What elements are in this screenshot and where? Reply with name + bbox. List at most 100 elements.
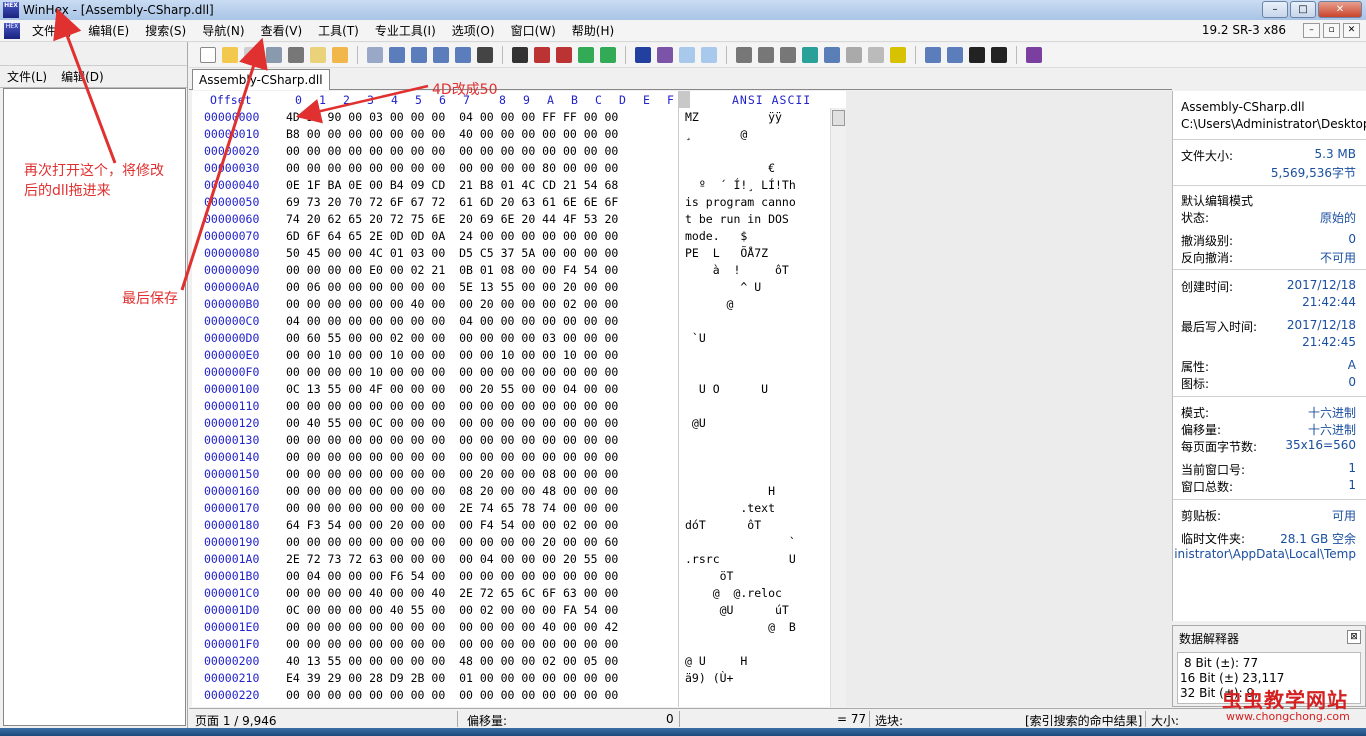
- row-hex-bytes[interactable]: 69 73 20 70 72 6F 67 72 61 6D 20 63 61 6…: [286, 195, 618, 209]
- left-menu-file[interactable]: 文件(L): [0, 68, 54, 85]
- go-to-offset-icon[interactable]: [635, 47, 651, 63]
- menu-search[interactable]: 搜索(S): [137, 20, 194, 42]
- binary-icon[interactable]: [477, 47, 493, 63]
- left-menu-edit[interactable]: 编辑(D): [54, 68, 111, 85]
- print-icon[interactable]: [266, 47, 282, 63]
- open-folder-icon[interactable]: [222, 47, 238, 63]
- row-ansi-text[interactable]: º ´ Í!¸ LÍ!Th: [685, 178, 796, 192]
- row-ansi-text[interactable]: @ @.reloc: [685, 586, 782, 600]
- row-ansi-text[interactable]: @U: [685, 416, 706, 430]
- row-ansi-text[interactable]: dóT ôT: [685, 518, 761, 532]
- row-hex-bytes[interactable]: 00 00 00 00 00 00 00 00 00 00 00 00 20 0…: [286, 535, 618, 549]
- find-hex-icon[interactable]: [556, 47, 572, 63]
- menu-window[interactable]: 窗口(W): [503, 20, 564, 42]
- menu-help[interactable]: 帮助(H): [564, 20, 622, 42]
- row-ansi-text[interactable]: U O U: [685, 382, 768, 396]
- maximize-button[interactable]: □: [1290, 1, 1316, 18]
- properties-icon[interactable]: [288, 47, 304, 63]
- menu-tools[interactable]: 工具(T): [310, 20, 367, 42]
- help-book-icon[interactable]: [1026, 47, 1042, 63]
- app-menu-icon[interactable]: HEX: [4, 22, 20, 39]
- paste-icon[interactable]: [411, 47, 427, 63]
- row-hex-bytes[interactable]: E4 39 29 00 28 D9 2B 00 01 00 00 00 00 0…: [286, 671, 618, 685]
- row-hex-bytes[interactable]: 00 60 55 00 00 02 00 00 00 00 00 00 03 0…: [286, 331, 618, 345]
- row-ansi-text[interactable]: mode. $: [685, 229, 747, 243]
- back-arrow-icon[interactable]: [679, 47, 695, 63]
- row-ansi-text[interactable]: @: [685, 297, 734, 311]
- row-hex-bytes[interactable]: 00 00 00 00 00 00 00 00 00 00 00 00 00 0…: [286, 450, 618, 464]
- row-hex-bytes[interactable]: 0C 00 00 00 00 40 55 00 00 02 00 00 00 F…: [286, 603, 618, 617]
- row-hex-bytes[interactable]: 50 45 00 00 4C 01 03 00 D5 C5 37 5A 00 0…: [286, 246, 618, 260]
- row-ansi-text[interactable]: ä9) (Ù+: [685, 671, 733, 685]
- scrollbar-thumb[interactable]: [832, 110, 845, 126]
- row-ansi-text[interactable]: .text: [685, 501, 775, 515]
- menu-navigate[interactable]: 导航(N): [194, 20, 252, 42]
- row-hex-bytes[interactable]: 64 F3 54 00 00 20 00 00 00 F4 54 00 00 0…: [286, 518, 618, 532]
- row-ansi-text[interactable]: `: [685, 535, 796, 549]
- row-hex-bytes[interactable]: 40 13 55 00 00 00 00 00 48 00 00 00 02 0…: [286, 654, 618, 668]
- row-ansi-text[interactable]: €: [685, 161, 775, 175]
- row-ansi-text[interactable]: ¸ @: [685, 127, 747, 141]
- interpreter-close-button[interactable]: ⊠: [1347, 630, 1361, 644]
- find-text-icon[interactable]: [512, 47, 528, 63]
- row-hex-bytes[interactable]: B8 00 00 00 00 00 00 00 40 00 00 00 00 0…: [286, 127, 618, 141]
- ram-icon[interactable]: [802, 47, 818, 63]
- row-ansi-text[interactable]: PE L ÕÅ7Z: [685, 246, 768, 260]
- row-hex-bytes[interactable]: 00 00 00 00 00 00 40 00 00 20 00 00 00 0…: [286, 297, 618, 311]
- jump-icon[interactable]: [657, 47, 673, 63]
- open-recent-icon[interactable]: [332, 47, 348, 63]
- row-hex-bytes[interactable]: 00 00 00 00 00 00 00 00 2E 74 65 78 74 0…: [286, 501, 618, 515]
- settings-icon[interactable]: [890, 47, 906, 63]
- menu-file[interactable]: 文件(F): [24, 20, 80, 42]
- hex-scrollbar[interactable]: [830, 108, 846, 707]
- hash-icon[interactable]: [846, 47, 862, 63]
- row-hex-bytes[interactable]: 6D 6F 64 65 2E 0D 0D 0A 24 00 00 00 00 0…: [286, 229, 618, 243]
- previous-icon[interactable]: [969, 47, 985, 63]
- menu-edit[interactable]: 编辑(E): [80, 20, 137, 42]
- mdi-minimize-button[interactable]: –: [1303, 23, 1320, 38]
- row-hex-bytes[interactable]: 00 00 00 00 40 00 00 40 2E 72 65 6C 6F 6…: [286, 586, 618, 600]
- forward-arrow-icon[interactable]: [701, 47, 717, 63]
- row-hex-bytes[interactable]: 00 00 10 00 00 10 00 00 00 00 10 00 00 1…: [286, 348, 618, 362]
- row-ansi-text[interactable]: .rsrc U: [685, 552, 796, 566]
- menu-view[interactable]: 查看(V): [253, 20, 311, 42]
- row-hex-bytes[interactable]: 00 00 00 00 00 00 00 00 00 20 00 00 08 0…: [286, 467, 618, 481]
- row-hex-bytes[interactable]: 00 00 00 00 10 00 00 00 00 00 00 00 00 0…: [286, 365, 618, 379]
- row-hex-bytes[interactable]: 00 06 00 00 00 00 00 00 5E 13 55 00 00 2…: [286, 280, 618, 294]
- row-hex-bytes[interactable]: 00 00 00 00 00 00 00 00 00 00 00 00 00 0…: [286, 399, 618, 413]
- row-ansi-text[interactable]: öT: [685, 569, 734, 583]
- row-hex-bytes[interactable]: 0E 1F BA 0E 00 B4 09 CD 21 B8 01 4C CD 2…: [286, 178, 618, 192]
- row-ansi-text[interactable]: is program canno: [685, 195, 796, 209]
- calculator-icon[interactable]: [824, 47, 840, 63]
- row-ansi-text[interactable]: @ U H: [685, 654, 747, 668]
- row-hex-bytes[interactable]: 0C 13 55 00 4F 00 00 00 00 20 55 00 00 0…: [286, 382, 618, 396]
- save-icon[interactable]: [244, 47, 260, 63]
- row-hex-bytes[interactable]: 2E 72 73 72 63 00 00 00 00 04 00 00 00 2…: [286, 552, 618, 566]
- menu-specialist-tools[interactable]: 专业工具(I): [367, 20, 444, 42]
- replace-text-icon[interactable]: [578, 47, 594, 63]
- disk-icon[interactable]: [736, 47, 752, 63]
- row-hex-bytes[interactable]: 00 00 00 00 E0 00 02 21 0B 01 08 00 00 F…: [286, 263, 618, 277]
- find-again-icon[interactable]: [534, 47, 550, 63]
- row-ansi-text[interactable]: @U úT: [685, 603, 789, 617]
- row-ansi-text[interactable]: t be run in DOS: [685, 212, 796, 226]
- template-icon[interactable]: [925, 47, 941, 63]
- write-icon[interactable]: [455, 47, 471, 63]
- raid-icon[interactable]: [758, 47, 774, 63]
- row-ansi-text[interactable]: `U: [685, 331, 706, 345]
- disk-clone-icon[interactable]: [780, 47, 796, 63]
- row-hex-bytes[interactable]: 00 00 00 00 00 00 00 00 00 00 00 00 00 0…: [286, 144, 618, 158]
- next-icon[interactable]: [991, 47, 1007, 63]
- row-hex-bytes[interactable]: 00 40 55 00 0C 00 00 00 00 00 00 00 00 0…: [286, 416, 618, 430]
- row-hex-bytes[interactable]: 00 04 00 00 00 F6 54 00 00 00 00 00 00 0…: [286, 569, 618, 583]
- analyze-icon[interactable]: [868, 47, 884, 63]
- row-ansi-text[interactable]: ^ U: [685, 280, 761, 294]
- hex-editor[interactable]: Offset 0 1 2 3 4 5 6 7 8 9 A B C D E F A…: [192, 91, 846, 707]
- copy-icon[interactable]: [389, 47, 405, 63]
- row-hex-bytes[interactable]: 4D 5A 90 00 03 00 00 00 04 00 00 00 FF F…: [286, 110, 618, 124]
- row-ansi-text[interactable]: à ! ôT: [685, 263, 789, 277]
- mdi-close-button[interactable]: ✕: [1343, 23, 1360, 38]
- menu-options[interactable]: 选项(O): [444, 20, 503, 42]
- row-hex-bytes[interactable]: 04 00 00 00 00 00 00 00 04 00 00 00 00 0…: [286, 314, 618, 328]
- row-hex-bytes[interactable]: 00 00 00 00 00 00 00 00 00 00 00 00 80 0…: [286, 161, 618, 175]
